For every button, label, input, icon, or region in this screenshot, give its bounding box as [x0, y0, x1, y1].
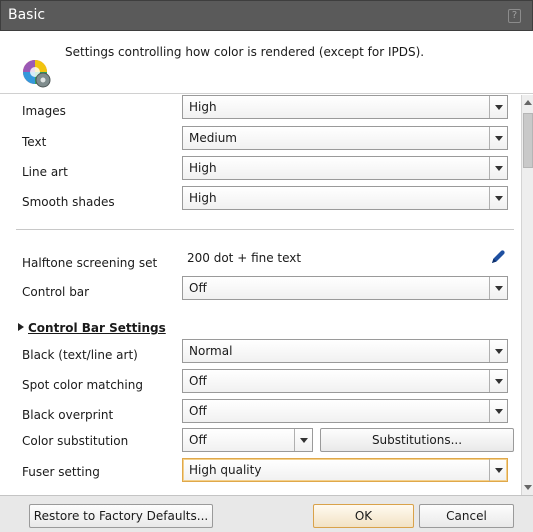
images-dropdown[interactable]: High [182, 95, 508, 119]
black-overprint-value: Off [189, 404, 207, 418]
chevron-down-icon [489, 187, 507, 209]
color-settings-icon [23, 60, 51, 88]
dialog-header: Settings controlling how color is render… [0, 31, 533, 94]
pen-icon[interactable] [489, 248, 507, 266]
line-art-value: High [189, 161, 217, 175]
color-substitution-label: Color substitution [22, 434, 129, 448]
images-value: High [189, 100, 217, 114]
smooth-shades-value: High [189, 191, 217, 205]
smooth-shades-label: Smooth shades [22, 195, 115, 209]
vertical-scrollbar[interactable] [521, 95, 533, 495]
settings-panel: Images High Text Medium Line art High Sm… [4, 95, 521, 495]
chevron-down-icon [489, 340, 507, 362]
chevron-down-icon [489, 400, 507, 422]
control-bar-settings-label: Control Bar Settings [28, 321, 166, 335]
help-icon[interactable]: ? [508, 9, 521, 23]
color-substitution-value: Off [189, 433, 207, 447]
control-bar-dropdown[interactable]: Off [182, 276, 508, 300]
black-overprint-dropdown[interactable]: Off [182, 399, 508, 423]
color-substitution-dropdown[interactable]: Off [182, 428, 313, 452]
restore-defaults-button[interactable]: Restore to Factory Defaults... [29, 504, 213, 528]
control-bar-label: Control bar [22, 285, 90, 299]
spot-color-label: Spot color matching [22, 378, 143, 392]
black-text-label: Black (text/line art) [22, 348, 138, 362]
line-art-label: Line art [22, 165, 68, 179]
black-text-value: Normal [189, 344, 233, 358]
chevron-down-icon [489, 277, 507, 299]
chevron-down-icon [489, 459, 507, 481]
text-value: Medium [189, 131, 237, 145]
spot-color-dropdown[interactable]: Off [182, 369, 508, 393]
divider [16, 229, 514, 230]
scroll-up-icon[interactable] [524, 100, 532, 105]
scroll-down-icon[interactable] [524, 485, 532, 490]
control-bar-settings-toggle[interactable]: Control Bar Settings [18, 321, 166, 335]
halftone-value: 200 dot + fine text [187, 251, 302, 265]
control-bar-value: Off [189, 281, 207, 295]
window-title: Basic [8, 7, 46, 23]
smooth-shades-dropdown[interactable]: High [182, 186, 508, 210]
chevron-down-icon [489, 370, 507, 392]
black-overprint-label: Black overprint [22, 408, 114, 422]
fuser-label: Fuser setting [22, 465, 100, 479]
dialog-footer: Restore to Factory Defaults... OK Cancel [0, 495, 533, 532]
chevron-down-icon [489, 96, 507, 118]
images-label: Images [22, 104, 66, 118]
spot-color-value: Off [189, 374, 207, 388]
halftone-label: Halftone screening set [22, 256, 158, 270]
cancel-button[interactable]: Cancel [419, 504, 514, 528]
text-label: Text [22, 135, 47, 149]
black-text-dropdown[interactable]: Normal [182, 339, 508, 363]
chevron-down-icon [489, 127, 507, 149]
line-art-dropdown[interactable]: High [182, 156, 508, 180]
substitutions-button[interactable]: Substitutions... [320, 428, 514, 452]
expand-triangle-icon [18, 323, 24, 331]
text-dropdown[interactable]: Medium [182, 126, 508, 150]
scroll-thumb[interactable] [523, 113, 533, 168]
chevron-down-icon [489, 157, 507, 179]
title-bar: Basic ? [0, 0, 533, 31]
ok-button[interactable]: OK [313, 504, 414, 528]
header-description: Settings controlling how color is render… [65, 45, 425, 59]
fuser-dropdown[interactable]: High quality [182, 458, 508, 482]
chevron-down-icon [294, 429, 312, 451]
fuser-value: High quality [189, 463, 262, 477]
